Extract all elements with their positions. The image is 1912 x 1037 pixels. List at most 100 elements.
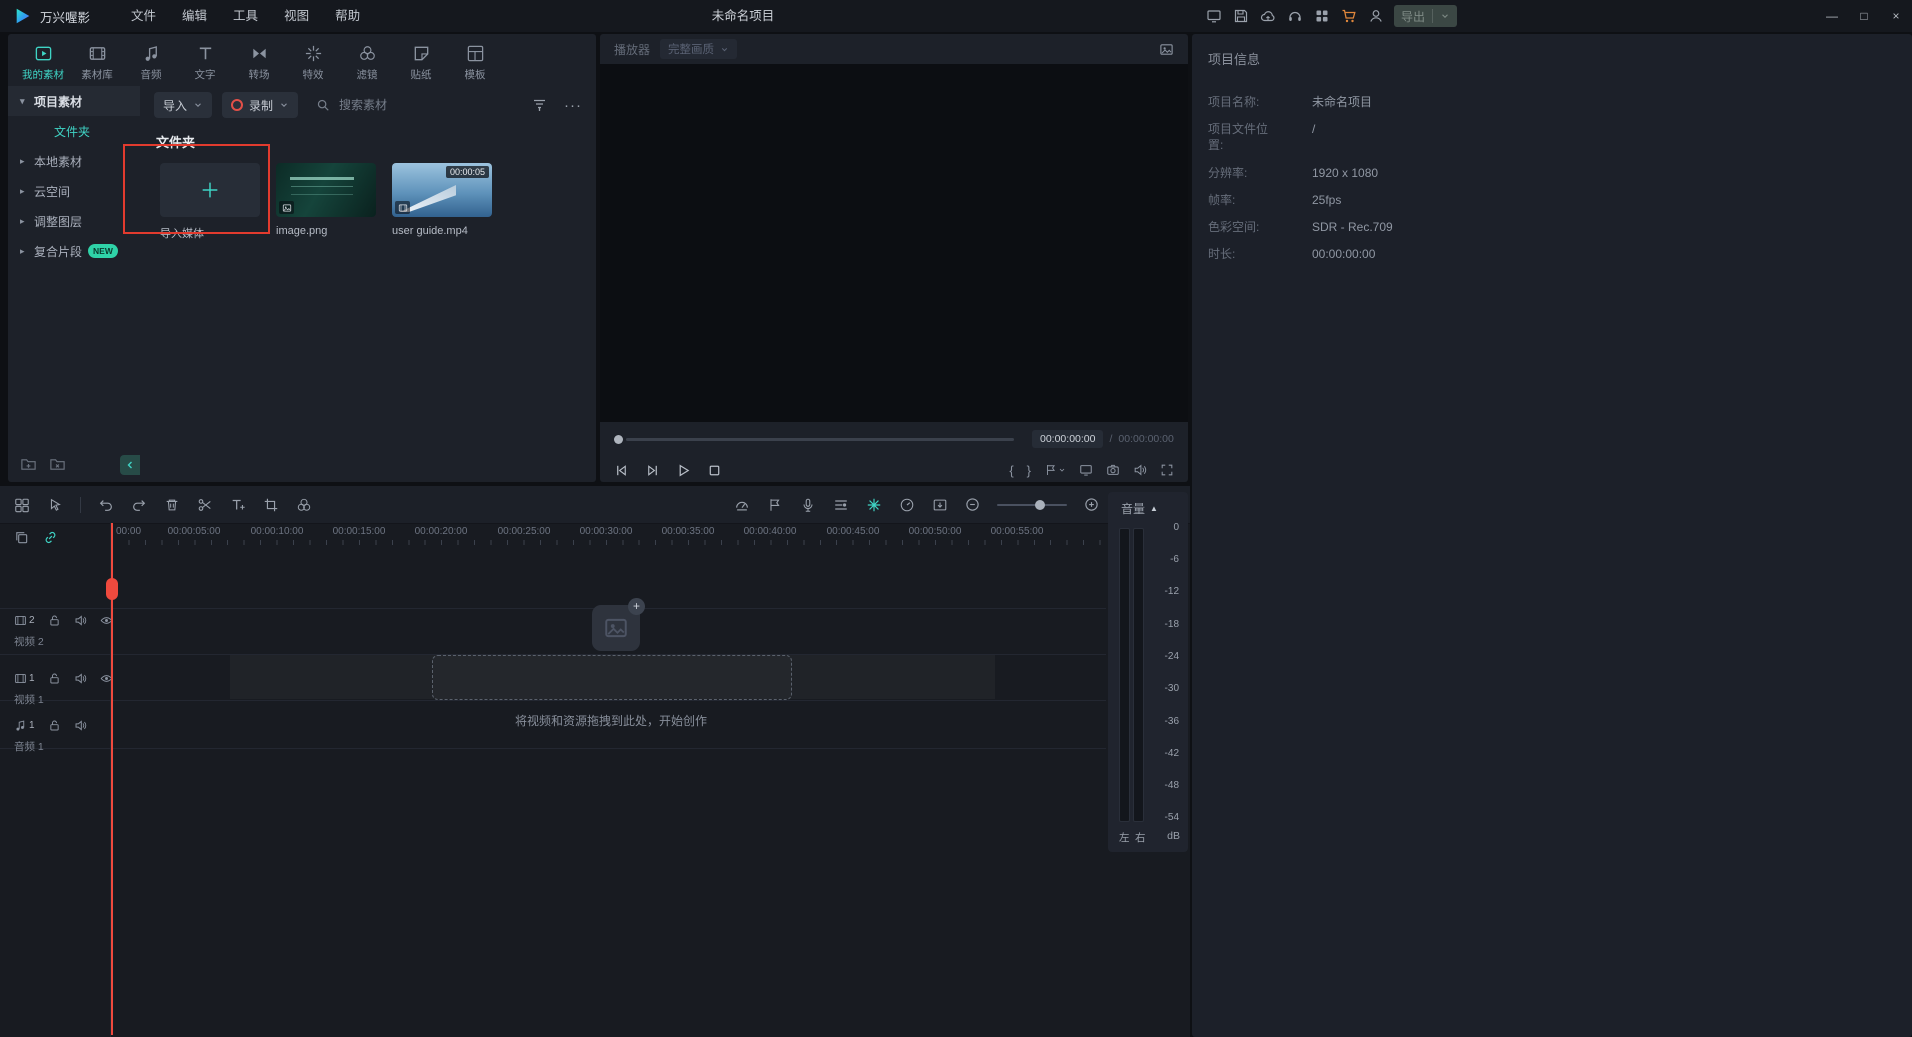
export-button[interactable]: 导出 [1394,5,1457,27]
voiceover-mic-icon[interactable] [800,497,816,513]
filter-sort-icon[interactable] [532,97,548,113]
redo-icon[interactable] [131,497,147,513]
import-media-card[interactable]: 导入媒体 [160,163,260,241]
link-clips-icon[interactable] [43,530,58,545]
marker-flag-icon[interactable] [767,497,783,513]
import-button[interactable]: 导入 [154,92,212,118]
preview-image-icon[interactable] [1159,42,1174,57]
delete-folder-icon[interactable] [49,456,66,473]
cloud-upload-icon[interactable] [1260,8,1276,24]
tab-my-media[interactable]: 我的素材 [16,39,70,82]
right-channel-label: 右 [1135,830,1146,845]
sidebar-item-folder[interactable]: 文件夹 [8,116,140,146]
support-icon[interactable] [1287,8,1303,24]
marker-icon[interactable] [1044,463,1066,477]
volume-toggle[interactable]: 音量 ▲ [1108,492,1188,517]
menu-edit[interactable]: 编辑 [169,0,220,32]
timeline-dropzone[interactable] [432,655,792,700]
play-button[interactable] [676,463,691,478]
split-icon[interactable] [197,497,213,513]
tab-stock-media[interactable]: 素材库 [70,39,124,82]
tab-audio[interactable]: 音频 [124,39,178,82]
close-button[interactable]: × [1880,0,1912,32]
zoom-out-icon[interactable] [965,497,980,512]
playhead-handle[interactable] [106,578,118,600]
mark-in-icon[interactable]: { [1009,463,1013,478]
scrubber-track[interactable] [626,438,1014,441]
export-frame-icon[interactable] [932,497,948,513]
previous-frame-button[interactable] [614,463,629,478]
tab-stickers[interactable]: 贴纸 [394,39,448,82]
sidebar-item-cloud[interactable]: ▸云空间 [8,176,140,206]
maximize-button[interactable]: □ [1848,0,1880,32]
layout-icon[interactable] [1206,8,1222,24]
tab-transitions[interactable]: 转场 [232,39,286,82]
new-folder-icon[interactable] [20,456,37,473]
undo-icon[interactable] [98,497,114,513]
duplicate-icon[interactable] [14,530,29,545]
render-preview-icon[interactable] [734,497,750,513]
lock-icon[interactable] [48,719,61,732]
sidebar-item-compound-clip[interactable]: ▸复合片段NEW [8,236,140,266]
playhead[interactable] [111,523,113,1035]
sidebar-item-adjustment-layer[interactable]: ▸调整图层 [8,206,140,236]
menu-help[interactable]: 帮助 [322,0,373,32]
color-match-icon[interactable] [296,497,312,513]
app-logo-icon [14,7,32,25]
media-grid: 导入媒体 image.png 00:00:05 user guide.mp4 [140,163,596,241]
mute-icon[interactable] [1133,463,1147,477]
fullscreen-monitor-icon[interactable] [1079,463,1093,477]
scrubber-handle[interactable] [614,435,623,444]
delete-icon[interactable] [164,497,180,513]
stop-button[interactable] [707,463,722,478]
more-options-icon[interactable]: ··· [564,97,582,114]
media-item-video[interactable]: 00:00:05 user guide.mp4 [392,163,492,241]
info-row-colorspace: 色彩空间:SDR - Rec.709 [1208,219,1896,235]
menu-view[interactable]: 视图 [271,0,322,32]
tab-filters[interactable]: 滤镜 [340,39,394,82]
minimize-button[interactable]: — [1816,0,1848,32]
record-button[interactable]: 录制 [222,92,298,118]
audio-mixer-icon[interactable] [833,497,849,513]
zoom-slider[interactable] [997,504,1067,506]
tab-templates[interactable]: 模板 [448,39,502,82]
left-channel-label: 左 [1119,830,1130,845]
mark-out-icon[interactable]: } [1027,463,1031,478]
apps-grid-icon[interactable] [1314,8,1330,24]
speed-icon[interactable] [899,497,915,513]
mute-icon[interactable] [74,672,87,685]
add-text-icon[interactable] [230,497,246,513]
mute-icon[interactable] [74,719,87,732]
timeline-toolbar [0,486,1190,524]
mute-icon[interactable] [74,614,87,627]
save-icon[interactable] [1233,8,1249,24]
next-frame-button[interactable] [645,463,660,478]
track-header-audio-1: 1 音频 1 [0,719,110,754]
sidebar-item-local-media[interactable]: ▸本地素材 [8,146,140,176]
expand-icon[interactable] [1160,463,1174,477]
sidebar-item-project-media[interactable]: ▾项目素材 [8,86,140,116]
volume-meter-right [1133,528,1144,822]
lock-icon[interactable] [48,672,61,685]
manage-tracks-icon[interactable] [14,497,30,513]
crop-icon[interactable] [263,497,279,513]
snapshot-icon[interactable] [1106,463,1120,477]
store-cart-icon[interactable] [1341,8,1357,24]
collapse-sidebar-button[interactable] [120,455,140,475]
tab-text[interactable]: 文字 [178,39,232,82]
lock-icon[interactable] [48,614,61,627]
keyframe-icon[interactable] [866,497,882,513]
track-name: 视频 1 [0,692,110,707]
search-input[interactable] [337,97,491,113]
tab-effects[interactable]: 特效 [286,39,340,82]
account-icon[interactable] [1368,8,1384,24]
menu-file[interactable]: 文件 [118,0,169,32]
select-tool-icon[interactable] [47,497,63,513]
menu-tools[interactable]: 工具 [220,0,271,32]
zoom-slider-handle[interactable] [1035,500,1045,510]
timeline-ruler[interactable]: 00:0000:00:05:0000:00:10:0000:00:15:0000… [112,523,1106,545]
volume-meter-left [1119,528,1130,822]
quality-select[interactable]: 完整画质 [660,39,737,59]
zoom-in-icon[interactable] [1084,497,1099,512]
media-item-image[interactable]: image.png [276,163,376,241]
